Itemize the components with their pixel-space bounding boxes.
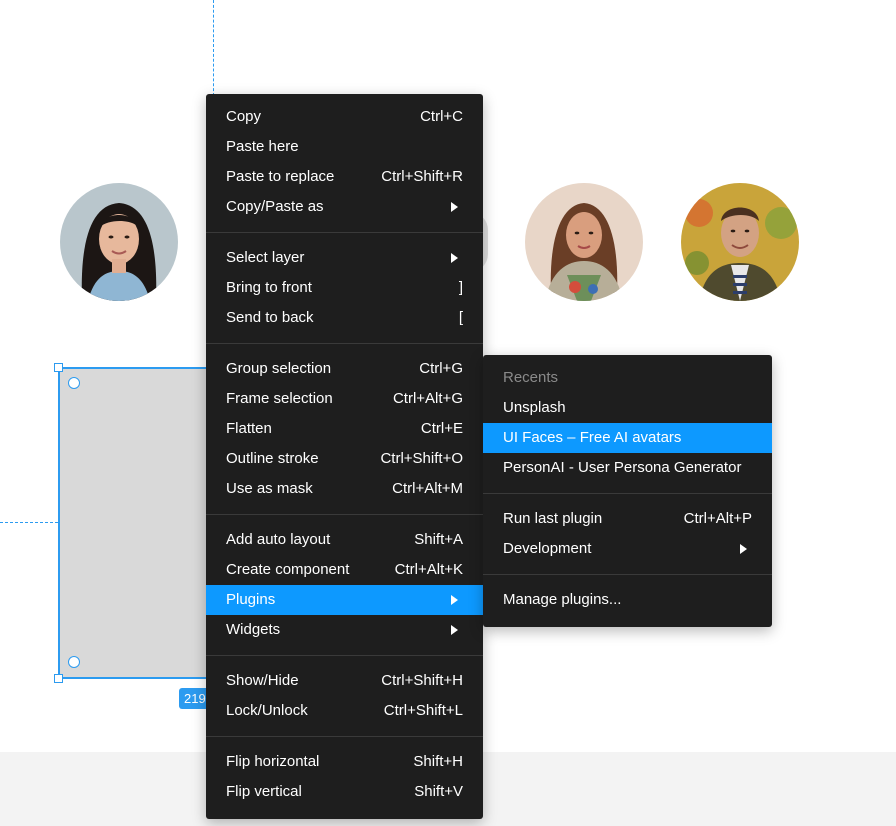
menu-item-copy[interactable]: Copy Ctrl+C bbox=[206, 102, 483, 132]
menu-item-shortcut: Ctrl+Shift+L bbox=[383, 702, 463, 719]
menu-item-label: Copy bbox=[226, 108, 262, 125]
menu-item-label: Manage plugins... bbox=[503, 591, 622, 608]
menu-item-label: Add auto layout bbox=[226, 531, 331, 548]
menu-item-shortcut: Ctrl+E bbox=[420, 420, 463, 437]
menu-item-frame-selection[interactable]: Frame selection Ctrl+Alt+G bbox=[206, 384, 483, 414]
menu-item-use-as-mask[interactable]: Use as mask Ctrl+Alt+M bbox=[206, 474, 483, 504]
menu-item-label: Send to back bbox=[226, 309, 314, 326]
menu-item-label: Group selection bbox=[226, 360, 332, 377]
menu-separator bbox=[206, 343, 483, 344]
menu-item-personai-user-persona-generator[interactable]: PersonAI - User Persona Generator bbox=[483, 453, 772, 483]
avatar-woman-hoodie-icon bbox=[525, 183, 643, 301]
corner-radius-handle-top[interactable] bbox=[68, 377, 80, 389]
menu-item-shortcut: Ctrl+Alt+K bbox=[394, 561, 463, 578]
menu-separator bbox=[206, 736, 483, 737]
menu-item-run-last-plugin[interactable]: Run last plugin Ctrl+Alt+P bbox=[483, 504, 772, 534]
context-menu: Copy Ctrl+C Paste here Paste to replace Ctrl… bbox=[206, 94, 483, 819]
menu-item-label: Development bbox=[503, 540, 592, 557]
menu-item-send-to-back[interactable]: Send to back [ bbox=[206, 303, 483, 333]
menu-item-group-selection[interactable]: Group selection Ctrl+G bbox=[206, 354, 483, 384]
menu-item-create-component[interactable]: Create component Ctrl+Alt+K bbox=[206, 555, 483, 585]
resize-handle-top-left[interactable] bbox=[54, 363, 63, 372]
submenu-arrow-icon bbox=[740, 544, 747, 554]
menu-item-bring-to-front[interactable]: Bring to front] bbox=[206, 273, 483, 303]
menu-separator bbox=[206, 514, 483, 515]
menu-item-label: Show/Hide bbox=[226, 672, 299, 689]
menu-item-flip-vertical[interactable]: Flip vertical Shift+V bbox=[206, 777, 483, 807]
menu-item-unsplash[interactable]: Unsplash bbox=[483, 393, 772, 423]
submenu-arrow-icon bbox=[451, 625, 458, 635]
menu-item-shortcut: Ctrl+Alt+G bbox=[392, 390, 463, 407]
menu-item-widgets[interactable]: Widgets bbox=[206, 615, 483, 645]
menu-item-shortcut: Ctrl+Shift+R bbox=[381, 168, 463, 185]
menu-item-ui-faces-free-ai-avatars[interactable]: UI Faces – Free AI avatars bbox=[483, 423, 772, 453]
menu-item-label: Select layer bbox=[226, 249, 305, 266]
menu-item-select-layer[interactable]: Select layer bbox=[206, 243, 483, 273]
menu-item-label: Paste to replace bbox=[226, 168, 335, 185]
menu-item-label: Outline stroke bbox=[226, 450, 319, 467]
avatar-image-1[interactable] bbox=[60, 183, 178, 301]
submenu-arrow-icon bbox=[451, 595, 458, 605]
corner-radius-handle-bottom[interactable] bbox=[68, 656, 80, 668]
menu-item-plugins[interactable]: Plugins bbox=[206, 585, 483, 615]
menu-item-label: Plugins bbox=[226, 591, 276, 608]
avatar-man-jacket-icon bbox=[681, 183, 799, 301]
menu-item-paste-to-replace[interactable]: Paste to replace Ctrl+Shift+R bbox=[206, 162, 483, 192]
menu-item-show-hide[interactable]: Show/Hide Ctrl+Shift+H bbox=[206, 666, 483, 696]
menu-item-shortcut: [ bbox=[458, 309, 463, 326]
menu-item-shortcut: ] bbox=[458, 279, 463, 296]
menu-item-label: Lock/Unlock bbox=[226, 702, 308, 719]
menu-item-label: Bring to front bbox=[226, 279, 312, 296]
menu-separator bbox=[206, 655, 483, 656]
menu-item-copy-paste-as[interactable]: Copy/Paste as bbox=[206, 192, 483, 222]
menu-item-label: Flatten bbox=[226, 420, 272, 437]
horizontal-guide-line bbox=[0, 522, 58, 523]
vertical-guide-line bbox=[213, 0, 214, 96]
menu-item-shortcut: Ctrl+C bbox=[420, 108, 463, 125]
menu-item-shortcut: Ctrl+G bbox=[419, 360, 463, 377]
submenu-arrow-icon bbox=[451, 253, 458, 263]
resize-handle-bottom-left[interactable] bbox=[54, 674, 63, 683]
recents-label: Recents bbox=[503, 369, 559, 386]
menu-item-label: Unsplash bbox=[503, 399, 566, 416]
menu-item-manage-plugins[interactable]: Manage plugins... bbox=[483, 585, 772, 615]
menu-item-shortcut: Ctrl+Shift+H bbox=[381, 672, 463, 689]
menu-item-label: Frame selection bbox=[226, 390, 333, 407]
menu-item-shortcut: Shift+A bbox=[414, 531, 463, 548]
selected-rectangle[interactable] bbox=[58, 367, 218, 679]
menu-item-flip-horizontal[interactable]: Flip horizontal Shift+H bbox=[206, 747, 483, 777]
menu-item-label: Copy/Paste as bbox=[226, 198, 324, 215]
menu-item-paste-here[interactable]: Paste here bbox=[206, 132, 483, 162]
menu-item-shortcut: Ctrl+Alt+M bbox=[392, 480, 463, 497]
menu-item-label: Use as mask bbox=[226, 480, 313, 497]
plugins-submenu: Recents Unsplash UI Faces – Free AI avata… bbox=[483, 355, 772, 627]
menu-separator bbox=[206, 232, 483, 233]
menu-separator bbox=[483, 574, 772, 575]
menu-item-lock-unlock[interactable]: Lock/Unlock Ctrl+Shift+L bbox=[206, 696, 483, 726]
menu-item-label: Widgets bbox=[226, 621, 281, 638]
avatar-woman-dark-hair-icon bbox=[60, 183, 178, 301]
avatar-image-3[interactable] bbox=[525, 183, 643, 301]
submenu-arrow-icon bbox=[451, 202, 458, 212]
menu-item-label: Create component bbox=[226, 561, 350, 578]
menu-item-shortcut: Shift+V bbox=[414, 783, 463, 800]
menu-item-label: PersonAI - User Persona Generator bbox=[503, 459, 742, 476]
menu-item-label: Paste here bbox=[226, 138, 299, 155]
menu-item-label: Flip horizontal bbox=[226, 753, 320, 770]
menu-item-shortcut: Ctrl+Alt+P bbox=[683, 510, 752, 527]
menu-item-development[interactable]: Development bbox=[483, 534, 772, 564]
menu-item-add-auto-layout[interactable]: Add auto layout Shift+A bbox=[206, 525, 483, 555]
menu-item-label: Run last plugin bbox=[503, 510, 603, 527]
avatar-image-4[interactable] bbox=[681, 183, 799, 301]
menu-item-outline-stroke[interactable]: Outline stroke Ctrl+Shift+O bbox=[206, 444, 483, 474]
menu-item-shortcut: Shift+H bbox=[413, 753, 463, 770]
menu-item-flatten[interactable]: Flatten Ctrl+E bbox=[206, 414, 483, 444]
menu-item-label: UI Faces – Free AI avatars bbox=[503, 429, 682, 446]
menu-item-shortcut: Ctrl+Shift+O bbox=[380, 450, 463, 467]
menu-item-label: Flip vertical bbox=[226, 783, 302, 800]
menu-separator bbox=[483, 493, 772, 494]
